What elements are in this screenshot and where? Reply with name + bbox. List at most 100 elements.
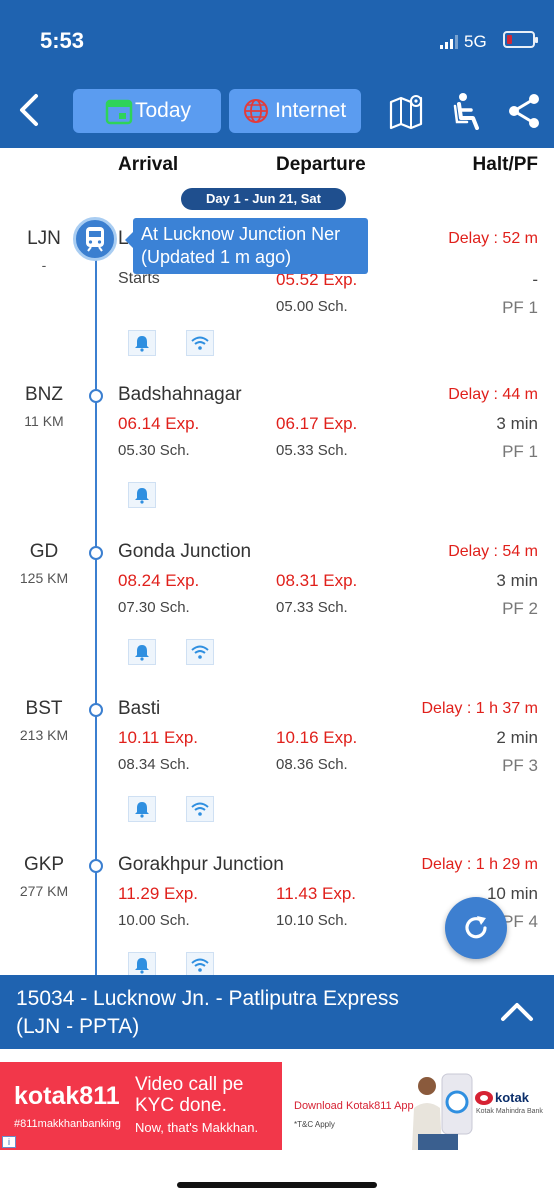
ad-brand-logo: kotak811: [14, 1082, 120, 1110]
departure-scheduled: 07.33 Sch.: [276, 599, 348, 616]
wifi-button[interactable]: [186, 952, 214, 975]
share-icon: [509, 94, 539, 128]
halt-time: 3 min: [496, 414, 538, 433]
seat-icon: [453, 93, 479, 130]
alarm-button[interactable]: [128, 330, 156, 356]
info-icon[interactable]: i: [2, 1136, 16, 1148]
route-map-button[interactable]: [388, 92, 426, 130]
arrival-expected: 08.24 Exp.: [118, 571, 200, 590]
platform: PF 3: [502, 756, 538, 775]
station-distance: -: [41, 257, 47, 273]
station-distance: 277 KM: [19, 883, 69, 899]
station-dot: [89, 859, 103, 873]
share-button[interactable]: [505, 92, 543, 130]
ad-download-text: Download Kotak811 App: [294, 1100, 414, 1112]
clock: 5:53: [40, 28, 85, 53]
station-dot: [89, 546, 103, 560]
departure-header: Departure: [276, 154, 366, 175]
departure-scheduled: 05.33 Sch.: [276, 442, 348, 459]
alarm-button[interactable]: [128, 639, 156, 665]
wifi-icon: [191, 336, 209, 350]
station-name: Basti: [118, 698, 161, 719]
halt-pf-header: Halt/PF: [472, 154, 538, 175]
tooltip-location: At Lucknow Junction Ner: [141, 224, 341, 244]
internet-button[interactable]: Internet: [229, 89, 361, 133]
departure-scheduled: 10.10 Sch.: [276, 912, 348, 929]
route-map-icon: [389, 95, 423, 130]
station-row-bnz[interactable]: BNZ 11 KM Badshahnagar Delay : 44 m 06.1…: [0, 384, 554, 541]
ad-headline-line1: Video call pe: [135, 1074, 244, 1095]
departure-expected: 10.16 Exp.: [276, 728, 358, 747]
network-type: 5G: [464, 32, 487, 51]
arrival-expected: 06.14 Exp.: [118, 414, 200, 433]
ad-bank-name: Kotak Mahindra Bank: [476, 1108, 543, 1115]
halt-time: -: [532, 270, 538, 289]
ad-hashtag: #811makkhanbanking: [14, 1118, 121, 1130]
column-header: Arrival Departure Halt/PF: [0, 148, 554, 184]
globe-icon: [244, 99, 268, 123]
wifi-button[interactable]: [186, 639, 214, 665]
arrival-scheduled: 10.00 Sch.: [118, 912, 190, 929]
wifi-icon: [191, 645, 209, 659]
wifi-icon: [191, 958, 209, 972]
station-name: Gorakhpur Junction: [118, 854, 284, 875]
ad-bank-brand: kotak: [495, 1090, 529, 1105]
platform: PF 1: [502, 298, 538, 317]
alarm-button[interactable]: [128, 796, 156, 822]
seat-button[interactable]: [447, 92, 485, 130]
current-location-marker[interactable]: [73, 217, 117, 261]
ad-banner[interactable]: kotak811 #811makkhanbanking Video call p…: [0, 1062, 554, 1150]
station-distance: 213 KM: [19, 727, 69, 743]
train-title: 15034 - Lucknow Jn. - Patliputra Express: [16, 987, 399, 1010]
today-label: Today: [135, 99, 192, 122]
platform: PF 1: [502, 442, 538, 461]
delay-text: Delay : 1 h 29 m: [421, 856, 539, 873]
platform: PF 4: [502, 912, 538, 931]
station-code: GD: [29, 541, 59, 562]
halt-time: 2 min: [496, 728, 538, 747]
halt-time: 3 min: [496, 571, 538, 590]
network-status: 5G: [440, 32, 487, 52]
back-button[interactable]: [14, 90, 50, 130]
kotak-logo-icon: [475, 1091, 493, 1105]
day-badge: Day 1 - Jun 21, Sat: [181, 188, 346, 210]
station-code: GKP: [23, 854, 65, 875]
arrival-scheduled: 05.30 Sch.: [118, 442, 190, 459]
delay-text: Delay : 52 m: [448, 230, 538, 247]
signal-icon: [440, 35, 458, 49]
tooltip-updated: (Updated 1 m ago): [141, 247, 292, 267]
alarm-icon: [135, 488, 149, 504]
delay-text: Delay : 1 h 37 m: [421, 700, 539, 717]
station-row-gd[interactable]: GD 125 KM Gonda Junction Delay : 54 m 08…: [0, 541, 554, 698]
alarm-button[interactable]: [128, 952, 156, 975]
chevron-up-icon: [501, 1003, 533, 1021]
departure-expected: 11.43 Exp.: [276, 884, 357, 903]
train-info-bar[interactable]: 15034 - Lucknow Jn. - Patliputra Express…: [0, 975, 554, 1049]
alarm-button[interactable]: [128, 482, 156, 508]
back-icon: [20, 94, 38, 126]
status-bar: 5:53 5G: [0, 0, 554, 74]
refresh-button[interactable]: [445, 897, 507, 959]
departure-scheduled: 05.00 Sch.: [276, 298, 348, 315]
delay-text: Delay : 54 m: [448, 543, 538, 560]
refresh-icon: [465, 916, 487, 939]
station-name: Gonda Junction: [118, 541, 252, 562]
ad-headline-line2: KYC done.: [135, 1095, 227, 1116]
departure-expected: 08.31 Exp.: [276, 571, 358, 590]
today-button[interactable]: Today: [73, 89, 221, 133]
current-location-tooltip: At Lucknow Junction Ner (Updated 1 m ago…: [125, 218, 368, 274]
platform: PF 2: [502, 599, 538, 618]
train-icon: [86, 227, 104, 252]
arrival-scheduled: 08.34 Sch.: [118, 756, 190, 773]
arrival-header: Arrival: [118, 154, 179, 175]
station-code: BNZ: [25, 384, 63, 405]
alarm-icon: [135, 645, 149, 661]
station-row-bst[interactable]: BST 213 KM Basti Delay : 1 h 37 m 10.11 …: [0, 698, 554, 855]
arrival-scheduled: 07.30 Sch.: [118, 599, 190, 616]
expand-button[interactable]: [500, 997, 534, 1027]
alarm-icon: [135, 802, 149, 818]
halt-time: 10 min: [486, 884, 538, 903]
wifi-button[interactable]: [186, 330, 214, 356]
wifi-button[interactable]: [186, 796, 214, 822]
ad-headline: Video call pe KYC done.: [135, 1074, 243, 1116]
